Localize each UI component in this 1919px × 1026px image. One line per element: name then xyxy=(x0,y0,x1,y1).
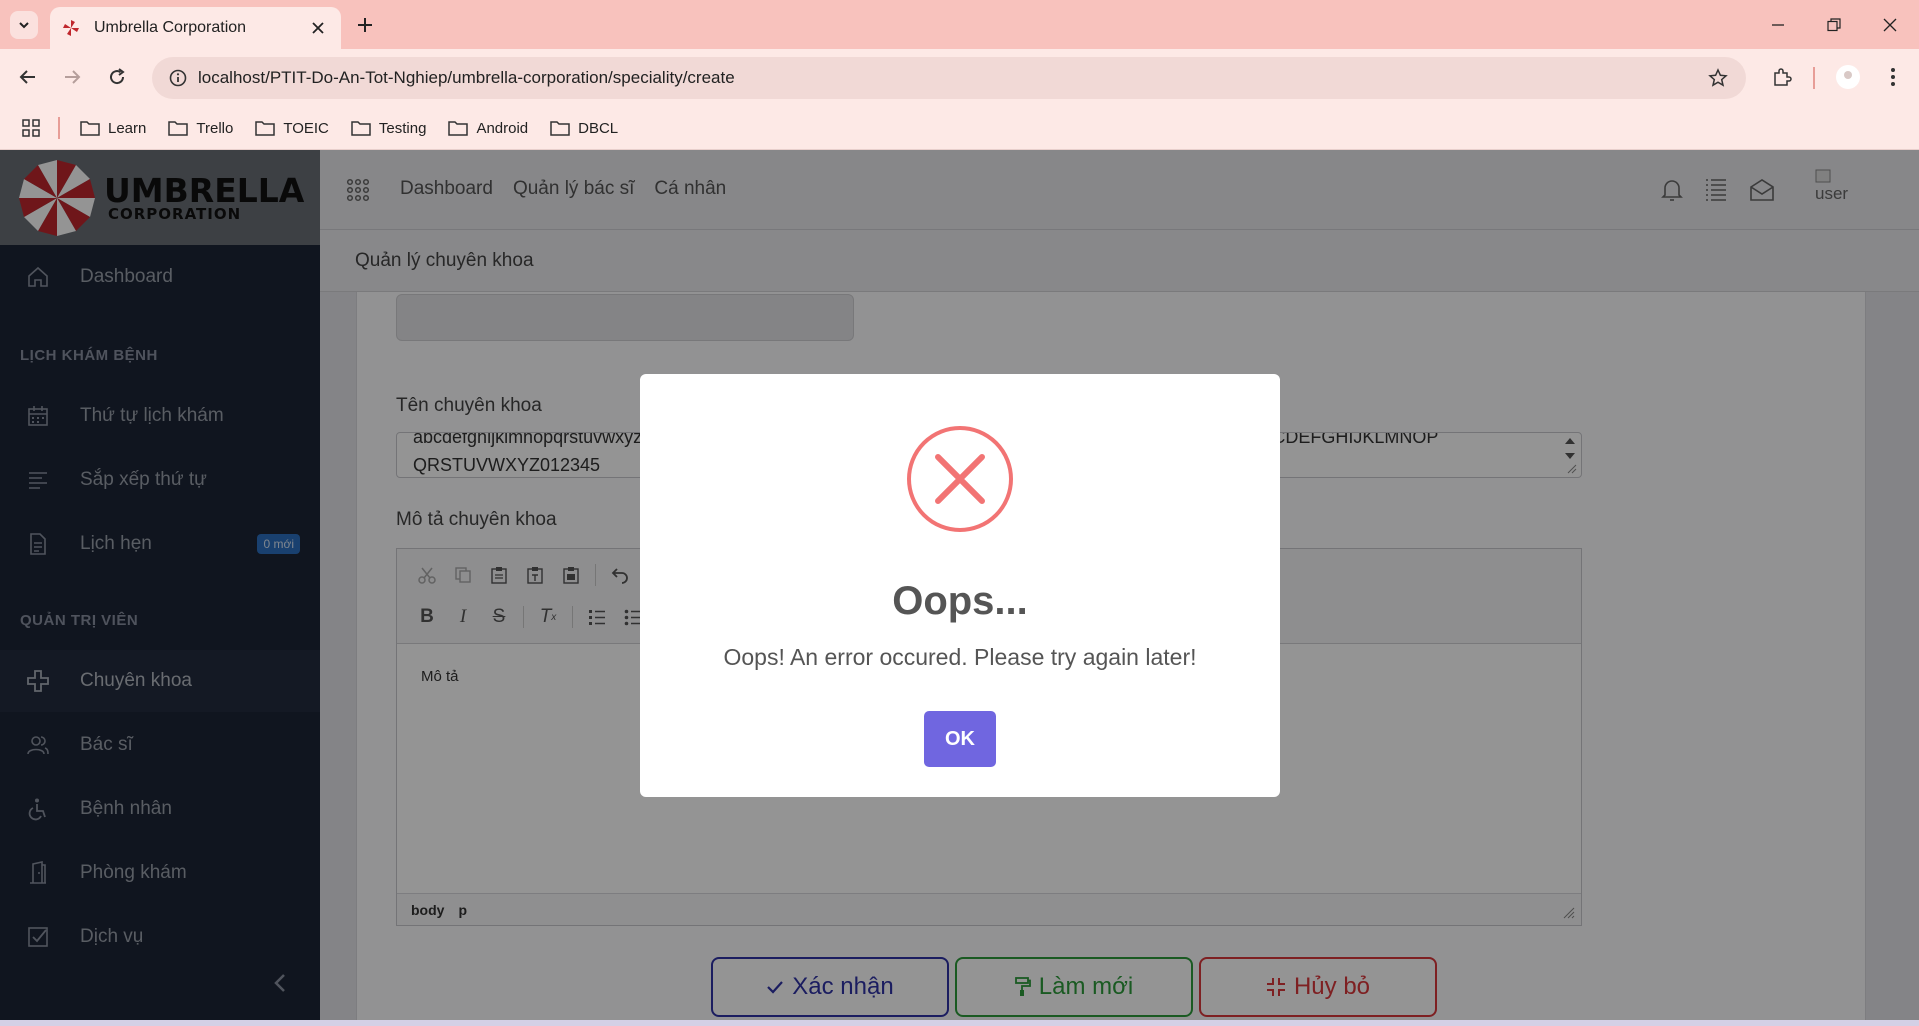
profile-button[interactable] xyxy=(1832,61,1864,93)
folder-icon xyxy=(550,121,570,136)
browser-tabbar: Umbrella Corporation xyxy=(0,0,1919,49)
browser-tab-active[interactable]: Umbrella Corporation xyxy=(50,7,341,49)
error-x-icon xyxy=(907,426,1013,532)
bookmarks-bar: Learn Trello TOEIC Testing Android DBCL xyxy=(0,107,1919,150)
apps-grid-icon[interactable] xyxy=(22,119,40,137)
browser-toolbar: localhost/PTIT-Do-An-Tot-Nghiep/umbrella… xyxy=(0,49,1919,107)
folder-icon xyxy=(80,121,100,136)
reload-button[interactable] xyxy=(101,61,133,93)
puzzle-icon xyxy=(1774,68,1792,86)
tab-title: Umbrella Corporation xyxy=(94,19,247,36)
restore-button[interactable] xyxy=(1806,0,1862,49)
site-info-icon[interactable] xyxy=(158,69,198,87)
back-button[interactable] xyxy=(12,61,44,93)
folder-icon xyxy=(168,121,189,136)
folder-icon xyxy=(351,121,371,136)
restore-icon xyxy=(1827,17,1841,31)
forward-button[interactable] xyxy=(56,61,88,93)
bookmark-trello[interactable]: Trello xyxy=(168,120,233,137)
extensions-button[interactable] xyxy=(1766,61,1798,93)
close-window-button[interactable] xyxy=(1862,0,1918,49)
bookmark-label: TOEIC xyxy=(283,119,329,137)
menu-button[interactable] xyxy=(1877,61,1909,93)
arrow-left-icon xyxy=(19,70,35,84)
bookmark-dbcl[interactable]: DBCL xyxy=(550,120,618,137)
bookmark-label: Learn xyxy=(108,119,147,137)
url-text[interactable]: localhost/PTIT-Do-An-Tot-Nghiep/umbrella… xyxy=(198,68,1698,88)
bookmark-label: DBCL xyxy=(578,119,619,137)
minimize-icon xyxy=(1772,23,1784,26)
close-icon xyxy=(1883,18,1897,31)
umbrella-favicon-icon xyxy=(63,20,79,36)
reload-icon xyxy=(110,68,125,85)
ok-button[interactable]: OK xyxy=(924,711,996,767)
error-dialog: Oops... Oops! An error occured. Please t… xyxy=(640,374,1280,797)
plus-icon xyxy=(358,18,372,32)
address-bar[interactable]: localhost/PTIT-Do-An-Tot-Nghiep/umbrella… xyxy=(152,57,1746,99)
bookmark-android[interactable]: Android xyxy=(448,120,528,137)
dialog-message: Oops! An error occured. Please try again… xyxy=(723,644,1197,670)
bookmark-learn[interactable]: Learn xyxy=(80,120,146,137)
toolbar-divider xyxy=(1813,67,1815,89)
bookmark-label: Testing xyxy=(378,119,427,137)
chevron-down-icon xyxy=(19,22,29,29)
arrow-right-icon xyxy=(65,70,81,84)
bookmark-star-icon[interactable] xyxy=(1698,68,1738,88)
folder-icon xyxy=(448,121,469,136)
bookmark-testing[interactable]: Testing xyxy=(351,119,427,137)
tab-search-button[interactable] xyxy=(10,11,38,39)
folder-icon xyxy=(255,121,276,136)
bookmarks-divider xyxy=(58,117,60,139)
more-vertical-icon xyxy=(1891,68,1895,86)
dialog-title: Oops... xyxy=(892,579,1028,623)
profile-avatar-icon xyxy=(1836,65,1860,89)
minimize-button[interactable] xyxy=(1750,0,1806,49)
bookmark-label: Trello xyxy=(196,119,234,137)
window-bottom-edge xyxy=(0,1020,1919,1026)
new-tab-button[interactable] xyxy=(351,11,379,39)
bookmark-toeic[interactable]: TOEIC xyxy=(255,120,329,137)
bookmark-label: Android xyxy=(476,119,529,137)
close-tab-icon[interactable] xyxy=(307,17,329,39)
